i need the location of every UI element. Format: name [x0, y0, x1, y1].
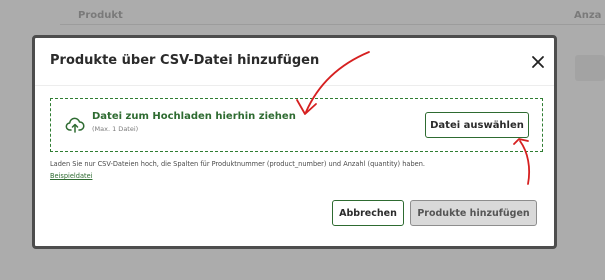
close-icon[interactable]: [531, 54, 545, 68]
background-element: [575, 55, 605, 81]
cancel-button[interactable]: Abbrechen: [332, 200, 404, 226]
csv-upload-dialog: Produkte über CSV-Datei hinzufügen Datei…: [32, 35, 557, 249]
background-divider: [60, 24, 605, 25]
background-column-header: Produkt: [78, 10, 123, 21]
dropzone-title: Datei zum Hochladen hierhin ziehen: [92, 111, 296, 122]
add-products-button[interactable]: Produkte hinzufügen: [410, 200, 537, 226]
upload-cloud-icon: [65, 115, 85, 135]
example-file-link[interactable]: Beispieldatei: [50, 172, 92, 180]
upload-hint: Laden Sie nur CSV-Dateien hoch, die Spal…: [50, 160, 425, 168]
background-column-header: Anza: [574, 10, 602, 21]
dropzone-subtitle: (Max. 1 Datei): [92, 125, 139, 133]
file-dropzone[interactable]: Datei zum Hochladen hierhin ziehen (Max.…: [50, 98, 543, 152]
dialog-title: Produkte über CSV-Datei hinzufügen: [50, 53, 320, 68]
header-divider: [35, 85, 554, 86]
choose-file-button[interactable]: Datei auswählen: [425, 112, 529, 138]
